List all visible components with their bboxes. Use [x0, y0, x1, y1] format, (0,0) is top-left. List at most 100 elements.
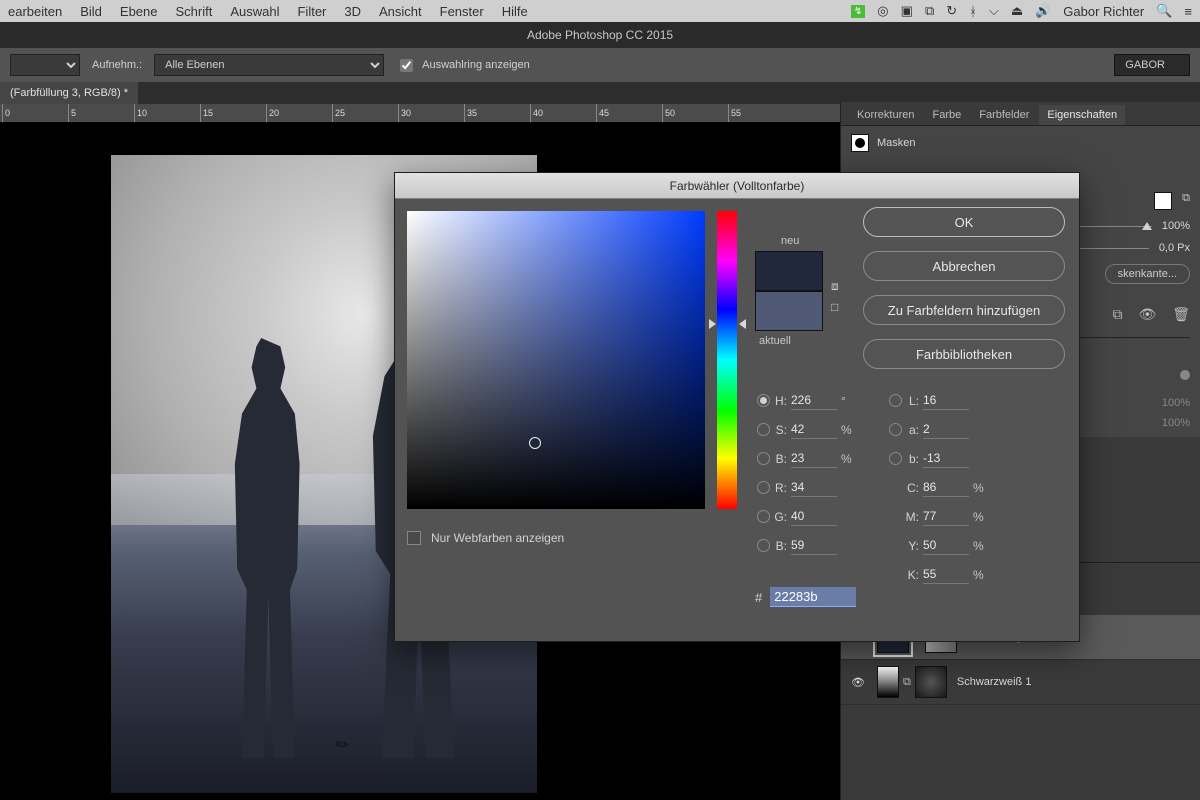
link-icon[interactable]: ⧉ — [903, 676, 911, 689]
mask-type-icon[interactable] — [851, 134, 869, 152]
pixel-mask-icon[interactable] — [1154, 192, 1172, 210]
radio-bb[interactable] — [889, 452, 902, 465]
radio-l[interactable] — [889, 394, 902, 407]
dialog-title[interactable]: Farbwähler (Volltonfarbe) — [395, 173, 1079, 199]
input-c[interactable] — [923, 478, 969, 497]
color-picker-dialog: Farbwähler (Volltonfarbe) neu aktuell ⧈ … — [394, 172, 1080, 642]
radio-h[interactable] — [757, 394, 770, 407]
document-tab[interactable]: (Farbfüllung 3, RGB/8) * — [0, 82, 138, 104]
options-bar: Aufnehm.: Alle Ebenen Auswahlring anzeig… — [0, 48, 1200, 82]
radio-g[interactable] — [757, 510, 770, 523]
tab-corrections[interactable]: Korrekturen — [849, 105, 922, 125]
bluetooth-icon: ᚼ — [969, 4, 977, 19]
new-color-swatch[interactable] — [755, 251, 823, 291]
hue-slider[interactable] — [717, 211, 737, 509]
hex-input[interactable] — [770, 587, 856, 607]
ruler-tick: 50 — [662, 104, 675, 122]
saturation-brightness-field[interactable] — [407, 211, 705, 509]
input-b[interactable] — [923, 449, 969, 468]
menu-item[interactable]: earbeiten — [8, 4, 62, 19]
eye-icon[interactable]: 👁 — [1138, 306, 1156, 323]
menu-item[interactable]: Hilfe — [502, 4, 528, 19]
trash-icon[interactable]: 🗑 — [1172, 306, 1190, 323]
input-h[interactable] — [791, 391, 837, 410]
tool-preset-select[interactable] — [10, 54, 80, 76]
input-a[interactable] — [923, 420, 969, 439]
menu-icon[interactable]: ≡ — [1184, 4, 1192, 19]
sample-label: Aufnehm.: — [92, 59, 142, 71]
unit-pct: % — [973, 568, 989, 582]
ruler-tick: 5 — [68, 104, 76, 122]
color-libraries-button[interactable]: Farbbibliotheken — [863, 339, 1065, 369]
unit-pct: % — [841, 452, 857, 466]
show-ring-checkbox[interactable]: Auswahlring anzeigen — [396, 56, 530, 75]
input-k[interactable] — [923, 565, 969, 584]
document-tabs: (Farbfüllung 3, RGB/8) * — [0, 82, 1200, 104]
sample-layers-select[interactable]: Alle Ebenen — [154, 54, 384, 76]
cancel-button[interactable]: Abbrechen — [863, 251, 1065, 281]
tab-properties[interactable]: Eigenschaften — [1039, 105, 1125, 125]
radio-a[interactable] — [889, 423, 902, 436]
radio-r[interactable] — [757, 481, 770, 494]
input-bv[interactable] — [791, 449, 837, 468]
link-icon[interactable]: ⧉ — [1112, 306, 1122, 323]
input-g[interactable] — [791, 507, 837, 526]
input-s[interactable] — [791, 420, 837, 439]
record-icon[interactable] — [1180, 370, 1190, 380]
square-icon[interactable]: □ — [831, 300, 839, 314]
menu-item[interactable]: Bild — [80, 4, 102, 19]
status-icon: ↯ — [851, 5, 865, 18]
masks-label: Masken — [877, 137, 916, 149]
vector-mask-icon[interactable]: ⧉ — [1182, 192, 1190, 210]
current-color-swatch[interactable] — [755, 291, 823, 331]
unit-deg: ° — [841, 394, 857, 408]
menu-item[interactable]: Ansicht — [379, 4, 422, 19]
tab-color[interactable]: Farbe — [924, 105, 969, 125]
layer-mask-thumb[interactable] — [915, 666, 947, 698]
input-l[interactable] — [923, 391, 969, 410]
display-icon: ▣ — [901, 3, 913, 19]
layer-row[interactable]: 👁 ⧉ Schwarzweiß 1 — [841, 660, 1200, 705]
hue-indicator-icon[interactable] — [739, 319, 746, 329]
user-name[interactable]: Gabor Richter — [1063, 4, 1144, 19]
add-swatch-button[interactable]: Zu Farbfeldern hinzufügen — [863, 295, 1065, 325]
radio-bv[interactable] — [757, 452, 770, 465]
tab-swatches[interactable]: Farbfelder — [971, 105, 1037, 125]
menu-item[interactable]: Ebene — [120, 4, 158, 19]
ruler-tick: 0 — [2, 104, 10, 122]
wifi-icon: ⌵ — [989, 3, 999, 19]
menu-item[interactable]: Fenster — [440, 4, 484, 19]
density-value: 100% — [1162, 220, 1190, 232]
volume-icon: 🔊 — [1035, 3, 1051, 19]
input-m[interactable] — [923, 507, 969, 526]
menu-item[interactable]: Schrift — [176, 4, 213, 19]
eject-icon: ⏏ — [1011, 3, 1023, 19]
ok-button[interactable]: OK — [863, 207, 1065, 237]
menu-item[interactable]: 3D — [344, 4, 361, 19]
hue-indicator-icon[interactable] — [709, 319, 716, 329]
show-ring-input[interactable] — [400, 59, 413, 72]
radio-s[interactable] — [757, 423, 770, 436]
app-title-bar: Adobe Photoshop CC 2015 — [0, 22, 1200, 48]
workspace-select[interactable]: GABOR — [1114, 54, 1190, 76]
input-y[interactable] — [923, 536, 969, 555]
input-bl[interactable] — [791, 536, 837, 555]
spotlight-icon[interactable]: 🔍 — [1156, 3, 1172, 19]
menu-item[interactable]: Filter — [297, 4, 326, 19]
mac-menubar: earbeiten Bild Ebene Schrift Auswahl Fil… — [0, 0, 1200, 22]
mask-edge-button[interactable]: skenkante... — [1105, 264, 1190, 284]
layer-fill-thumb[interactable] — [877, 666, 899, 698]
cube-icon[interactable]: ⧈ — [831, 279, 839, 294]
visibility-toggle-icon[interactable]: 👁 — [851, 676, 867, 689]
show-ring-label: Auswahlring anzeigen — [422, 59, 530, 71]
web-colors-checkbox[interactable] — [407, 531, 421, 545]
ruler-tick: 40 — [530, 104, 543, 122]
ruler-tick: 15 — [200, 104, 213, 122]
unit-pct: % — [973, 539, 989, 553]
menu-item[interactable]: Auswahl — [230, 4, 279, 19]
color-selection-ring[interactable] — [529, 437, 541, 449]
radio-bl[interactable] — [757, 539, 770, 552]
ruler-tick: 25 — [332, 104, 345, 122]
input-r[interactable] — [791, 478, 837, 497]
layer-name[interactable]: Schwarzweiß 1 — [957, 676, 1032, 688]
